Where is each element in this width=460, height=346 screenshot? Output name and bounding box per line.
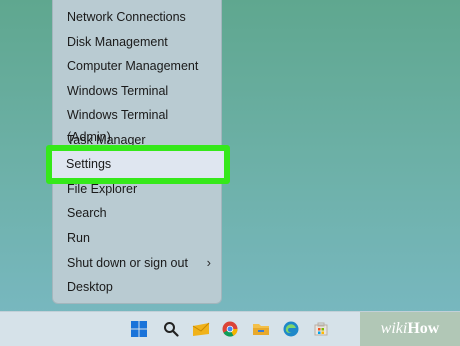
menu-item-run[interactable]: Run xyxy=(67,227,215,249)
chrome-icon[interactable] xyxy=(221,320,239,338)
store-icon[interactable] xyxy=(312,320,330,338)
menu-item-label: Computer Management xyxy=(67,59,199,73)
mail-icon[interactable] xyxy=(192,320,210,338)
menu-item-label: Settings xyxy=(66,157,112,171)
menu-item-disk-management[interactable]: Disk Management xyxy=(67,31,215,53)
chevron-right-icon: › xyxy=(206,255,211,270)
menu-item-label: Search xyxy=(67,206,107,220)
menu-item-search[interactable]: Search xyxy=(67,202,215,224)
menu-item-label: Shut down or sign out xyxy=(67,256,188,270)
menu-item-windows-terminal[interactable]: Windows Terminal xyxy=(67,80,215,102)
windows-start-icon[interactable] xyxy=(130,320,148,338)
search-icon[interactable] xyxy=(162,320,180,338)
menu-item-network-connections[interactable]: Network Connections xyxy=(67,6,215,28)
menu-item-windows-terminal-admin[interactable]: Windows Terminal (Admin) xyxy=(67,104,215,144)
taskbar: wikiHow xyxy=(0,311,460,346)
watermark-wiki: wiki xyxy=(380,320,408,337)
menu-item-label: Desktop xyxy=(67,280,113,294)
menu-item-computer-management[interactable]: Computer Management xyxy=(67,55,215,77)
menu-item-label: Network Connections xyxy=(67,10,186,24)
watermark-how: How xyxy=(407,320,440,337)
menu-item-label: Disk Management xyxy=(67,35,168,49)
file-explorer-icon[interactable] xyxy=(252,320,270,338)
menu-item-label: Run xyxy=(67,231,90,245)
menu-item-settings[interactable]: Settings xyxy=(66,153,111,175)
menu-item-shut-down-or-sign-out[interactable]: Shut down or sign out › xyxy=(67,252,215,274)
menu-item-label: Windows Terminal xyxy=(67,84,169,98)
edge-icon[interactable] xyxy=(282,320,300,338)
menu-item-desktop[interactable]: Desktop xyxy=(67,276,215,298)
wikihow-watermark: wikiHow xyxy=(360,312,460,346)
